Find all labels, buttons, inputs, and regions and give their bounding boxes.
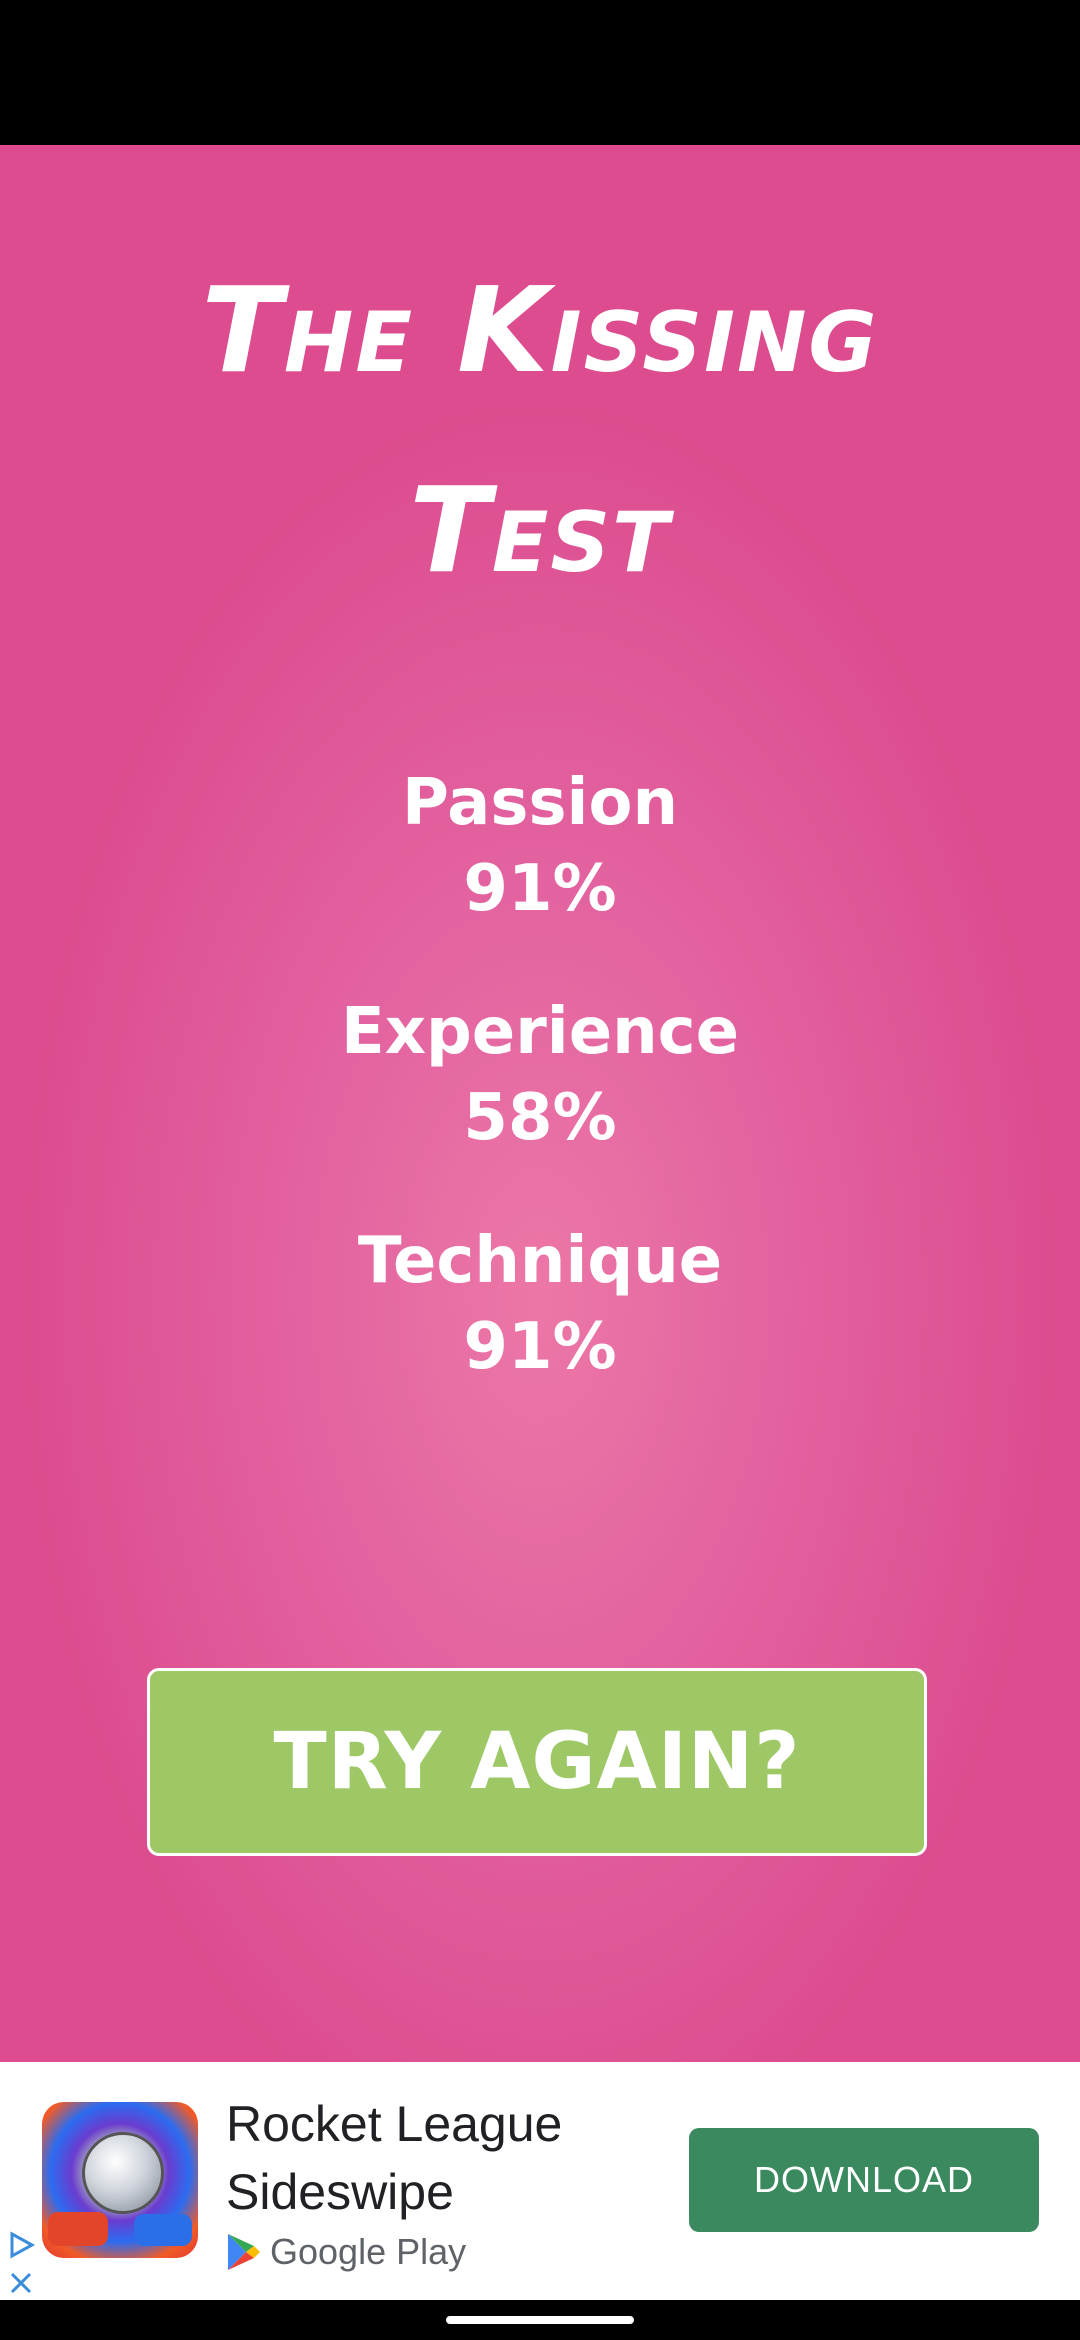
results-list: Passion 91% Experience 58% Technique 91%	[0, 760, 1080, 1447]
result-value: 91%	[463, 1310, 617, 1384]
result-label: Technique	[357, 1224, 723, 1298]
car-graphic	[48, 2212, 108, 2246]
result-label: Experience	[340, 995, 740, 1069]
ad-title[interactable]: Rocket League Sideswipe	[226, 2090, 626, 2226]
ad-banner[interactable]: Rocket League Sideswipe Google Play DOWN…	[0, 2062, 1080, 2300]
result-value: 58%	[463, 1081, 617, 1155]
status-bar	[0, 0, 1080, 145]
adchoices-icon[interactable]	[6, 2230, 36, 2260]
page-title: The Kissing Test	[90, 230, 990, 630]
google-play-icon	[228, 2234, 260, 2270]
result-value: 91%	[463, 852, 617, 926]
title-line-1: The Kissing	[201, 261, 879, 399]
result-technique: Technique 91%	[0, 1218, 1080, 1447]
result-label: Passion	[401, 766, 679, 840]
ad-store: Google Play	[226, 2230, 466, 2274]
try-again-button[interactable]: TRY AGAIN?	[147, 1668, 927, 1856]
ball-graphic	[82, 2132, 164, 2214]
car-graphic	[134, 2214, 192, 2246]
download-button[interactable]: DOWNLOAD	[689, 2128, 1039, 2232]
app-icon[interactable]	[42, 2102, 198, 2258]
result-experience: Experience 58%	[0, 989, 1080, 1218]
home-handle[interactable]	[446, 2316, 634, 2324]
title-line-2: Test	[409, 461, 671, 599]
close-icon[interactable]	[6, 2268, 36, 2298]
result-passion: Passion 91%	[0, 760, 1080, 989]
store-name: Google Play	[270, 2231, 467, 2272]
